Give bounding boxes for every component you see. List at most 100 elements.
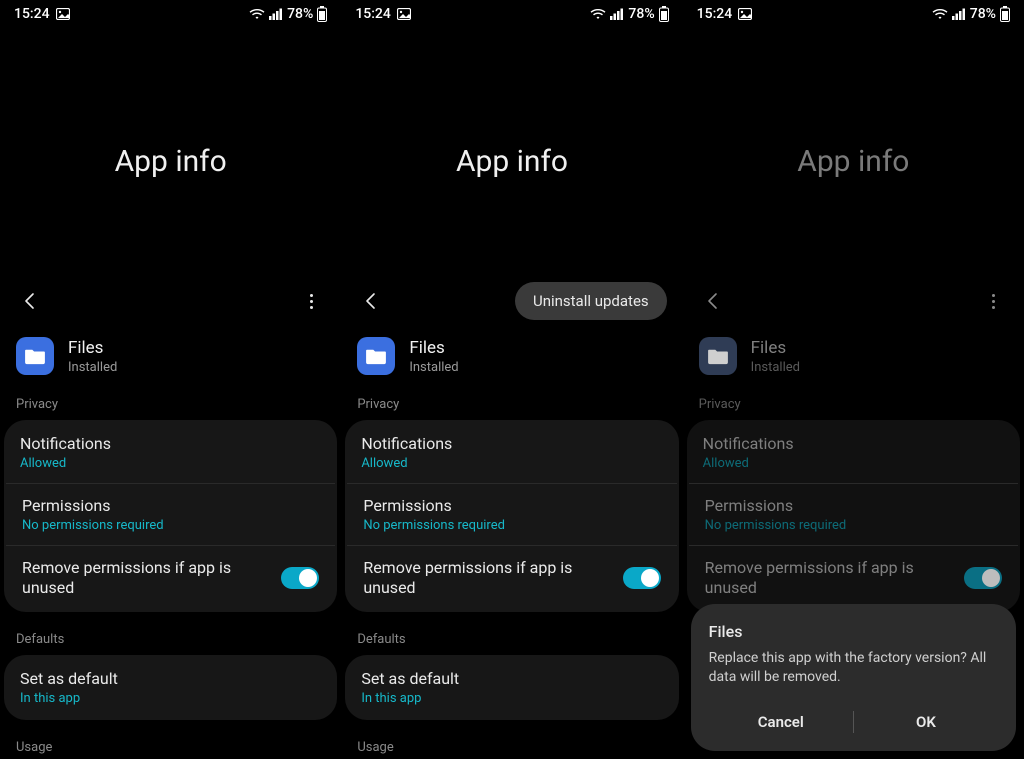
- wifi-icon: [249, 8, 265, 20]
- battery-icon: [1000, 6, 1010, 22]
- wifi-icon: [932, 8, 948, 20]
- item-notifications[interactable]: Notifications Allowed: [4, 422, 337, 483]
- signal-icon: [269, 8, 283, 20]
- item-permissions: Permissions No permissions required: [689, 483, 1018, 545]
- page-title: App info: [341, 144, 682, 179]
- item-remove-permissions[interactable]: Remove permissions if app is unused: [347, 545, 676, 610]
- item-set-default[interactable]: Set as default In this app: [4, 657, 337, 718]
- item-value: No permissions required: [22, 518, 319, 533]
- item-value: Allowed: [20, 456, 321, 471]
- privacy-card: Notifications Allowed Permissions No per…: [687, 420, 1020, 612]
- app-status: Installed: [68, 360, 117, 375]
- status-time: 15:24: [355, 6, 391, 22]
- toggle-remove-permissions[interactable]: [623, 567, 661, 589]
- status-bar: 15:24 78%: [341, 0, 682, 26]
- image-icon: [56, 8, 70, 20]
- item-label: Remove permissions if app is unused: [363, 558, 593, 598]
- app-icon: [699, 337, 737, 375]
- status-battery-text: 78%: [970, 6, 996, 22]
- image-icon: [397, 8, 411, 20]
- app-name: Files: [68, 338, 117, 358]
- battery-icon: [317, 6, 327, 22]
- confirm-dialog: Files Replace this app with the factory …: [691, 604, 1016, 751]
- image-icon: [738, 8, 752, 20]
- more-vertical-icon: [992, 294, 995, 309]
- page-title: App info: [0, 144, 341, 179]
- item-notifications[interactable]: Notifications Allowed: [345, 422, 678, 483]
- back-button[interactable]: [699, 287, 727, 315]
- item-label: Remove permissions if app is unused: [705, 558, 935, 598]
- defaults-card: Set as default In this app: [4, 655, 337, 720]
- ok-button[interactable]: OK: [854, 701, 998, 743]
- item-value: Allowed: [703, 456, 1004, 471]
- section-usage: Usage: [341, 734, 682, 759]
- item-label: Permissions: [363, 496, 660, 515]
- screen-1: 15:24 78%: [0, 0, 341, 759]
- app-status: Installed: [751, 360, 800, 375]
- status-bar: 15:24 78%: [0, 0, 341, 26]
- app-name: Files: [409, 338, 458, 358]
- privacy-card: Notifications Allowed Permissions No per…: [345, 420, 678, 612]
- item-label: Notifications: [361, 434, 662, 453]
- more-button[interactable]: [980, 287, 1008, 315]
- dialog-actions: Cancel OK: [709, 701, 998, 743]
- app-header: Files Installed: [683, 323, 1024, 391]
- item-value: In this app: [20, 691, 321, 706]
- status-time: 15:24: [697, 6, 733, 22]
- app-header: Files Installed: [341, 323, 682, 391]
- section-privacy: Privacy: [683, 391, 1024, 420]
- item-label: Notifications: [20, 434, 321, 453]
- item-label: Set as default: [20, 669, 321, 688]
- item-value: In this app: [361, 691, 662, 706]
- app-icon: [357, 337, 395, 375]
- action-row: [683, 279, 1024, 323]
- back-button[interactable]: [357, 287, 385, 315]
- defaults-card: Set as default In this app: [345, 655, 678, 720]
- signal-icon: [610, 8, 624, 20]
- dialog-body: Replace this app with the factory versio…: [709, 649, 998, 687]
- toggle-remove-permissions: [964, 567, 1002, 589]
- item-permissions[interactable]: Permissions No permissions required: [6, 483, 335, 545]
- app-status: Installed: [409, 360, 458, 375]
- item-permissions[interactable]: Permissions No permissions required: [347, 483, 676, 545]
- item-label: Remove permissions if app is unused: [22, 558, 252, 598]
- item-notifications: Notifications Allowed: [687, 422, 1020, 483]
- section-privacy: Privacy: [0, 391, 341, 420]
- app-name: Files: [751, 338, 800, 358]
- item-remove-permissions[interactable]: Remove permissions if app is unused: [6, 545, 335, 610]
- item-label: Notifications: [703, 434, 1004, 453]
- wifi-icon: [590, 8, 606, 20]
- battery-icon: [659, 6, 669, 22]
- status-battery-text: 78%: [628, 6, 654, 22]
- section-usage: Usage: [0, 734, 341, 759]
- more-button[interactable]: [297, 287, 325, 315]
- action-row: Uninstall updates: [341, 279, 682, 323]
- app-header: Files Installed: [0, 323, 341, 391]
- status-bar: 15:24 78%: [683, 0, 1024, 26]
- item-label: Permissions: [705, 496, 1002, 515]
- item-value: Allowed: [361, 456, 662, 471]
- more-vertical-icon: [310, 294, 313, 309]
- item-label: Permissions: [22, 496, 319, 515]
- cancel-button[interactable]: Cancel: [709, 701, 853, 743]
- back-button[interactable]: [16, 287, 44, 315]
- app-icon: [16, 337, 54, 375]
- item-value: No permissions required: [705, 518, 1002, 533]
- screen-3: 15:24 78%: [683, 0, 1024, 759]
- status-time: 15:24: [14, 6, 50, 22]
- status-battery-text: 78%: [287, 6, 313, 22]
- section-defaults: Defaults: [0, 626, 341, 655]
- section-defaults: Defaults: [341, 626, 682, 655]
- action-row: [0, 279, 341, 323]
- toggle-remove-permissions[interactable]: [281, 567, 319, 589]
- dialog-title: Files: [709, 622, 998, 641]
- item-value: No permissions required: [363, 518, 660, 533]
- item-set-default[interactable]: Set as default In this app: [345, 657, 678, 718]
- screen-2: 15:24 78%: [341, 0, 682, 759]
- signal-icon: [952, 8, 966, 20]
- item-remove-permissions: Remove permissions if app is unused: [689, 545, 1018, 610]
- item-label: Set as default: [361, 669, 662, 688]
- page-title: App info: [683, 144, 1024, 179]
- menu-uninstall-updates[interactable]: Uninstall updates: [515, 282, 667, 320]
- privacy-card: Notifications Allowed Permissions No per…: [4, 420, 337, 612]
